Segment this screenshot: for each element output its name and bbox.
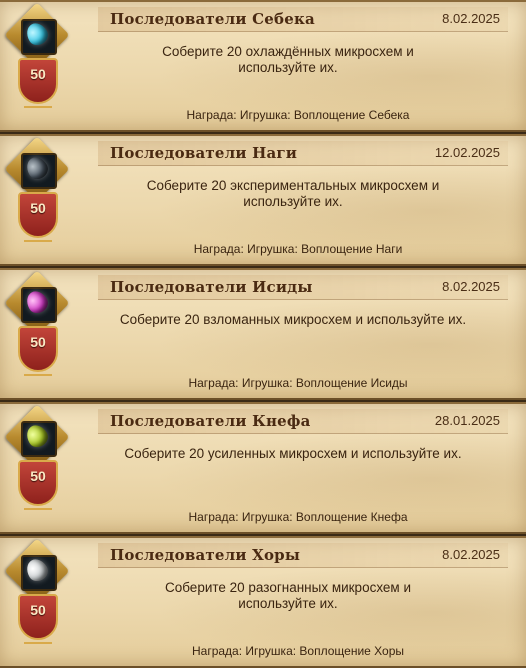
achievement-description: Соберите 20 усиленных микросхем и исполь… [124, 446, 462, 461]
achievement-date: 8.02.2025 [442, 547, 500, 562]
achievement-title: Последователи Исиды [110, 278, 313, 296]
achievement-badge: 50 [4, 136, 70, 246]
level-number: 50 [30, 468, 46, 484]
achievement-reward: Награда: Игрушка: Воплощение Кнефа [188, 510, 408, 524]
achievement-reward: Награда: Игрушка: Воплощение Исиды [188, 376, 408, 390]
achievement-badge: 50 [4, 538, 70, 648]
achievement-reward: Награда: Игрушка: Воплощение Хоры [191, 644, 404, 658]
shield-trim [24, 364, 52, 376]
achievement-badge: 50 [4, 404, 70, 514]
shield-trim [24, 230, 52, 242]
achievement-badge: 50 [4, 2, 70, 112]
achievement-title: Последователи Наги [110, 144, 298, 162]
achievement-date: 8.02.2025 [442, 11, 500, 26]
achievement-date: 12.02.2025 [434, 145, 500, 160]
achievement-date: 8.02.2025 [442, 279, 500, 294]
level-number: 50 [30, 602, 46, 618]
achievement-list: 50 Последователи Себека 8.02.2025 Собери… [0, 0, 526, 668]
achievement-reward: Награда: Игрушка: Воплощение Себека [186, 108, 410, 122]
achievement-description: Соберите 20 взломанных микросхем и испол… [119, 312, 467, 327]
achievement-card[interactable]: 50 Последователи Кнефа 28.01.2025 Собери… [0, 402, 526, 534]
level-number: 50 [30, 200, 46, 216]
achievement-title: Последователи Себека [110, 10, 315, 28]
achievement-reward: Награда: Игрушка: Воплощение Наги [193, 242, 403, 256]
achievement-description: Соберите 20 разогнанных микросхем и испо… [164, 580, 412, 611]
achievement-description: Соберите 20 охлаждённых микросхем и испо… [162, 44, 414, 75]
achievement-description: Соберите 20 экспериментальных микросхем … [146, 178, 440, 209]
shield-trim [24, 632, 52, 644]
level-number: 50 [30, 66, 46, 82]
achievement-card[interactable]: 50 Последователи Себека 8.02.2025 Собери… [0, 0, 526, 132]
achievement-card[interactable]: 50 Последователи Хоры 8.02.2025 Соберите… [0, 536, 526, 668]
achievement-card[interactable]: 50 Последователи Наги 12.02.2025 Соберит… [0, 134, 526, 266]
shield-trim [24, 498, 52, 510]
achievement-title: Последователи Хоры [110, 546, 301, 564]
level-number: 50 [30, 334, 46, 350]
shield-trim [24, 96, 52, 108]
achievement-date: 28.01.2025 [434, 413, 500, 428]
achievement-title: Последователи Кнефа [110, 412, 311, 430]
achievement-badge: 50 [4, 270, 70, 380]
achievement-card[interactable]: 50 Последователи Исиды 8.02.2025 Соберит… [0, 268, 526, 400]
